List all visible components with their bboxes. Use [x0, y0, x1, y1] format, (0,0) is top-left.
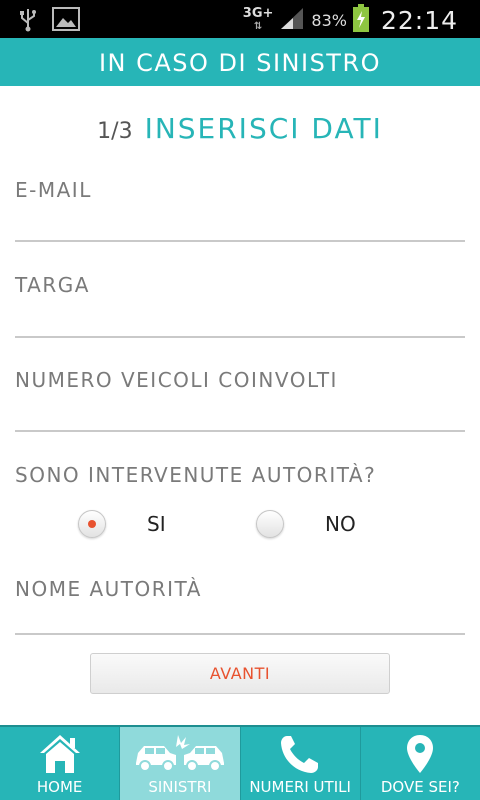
tab-home-label: HOME [36, 778, 83, 796]
radio-no[interactable]: NO [256, 510, 356, 538]
phone-icon [281, 736, 319, 773]
numero-veicoli-field[interactable] [15, 430, 465, 432]
radio-si[interactable]: SI [78, 510, 166, 538]
step-heading: 1/3 INSERISCI DATI [0, 112, 480, 145]
radio-si-circle[interactable] [78, 510, 106, 538]
page-title: IN CASO DI SINISTRO [0, 38, 480, 86]
step-title: INSERISCI DATI [144, 112, 383, 145]
targa-field[interactable] [15, 336, 465, 338]
radio-no-circle[interactable] [256, 510, 284, 538]
email-field[interactable] [15, 240, 465, 242]
tab-numeri-utili-label: NUMERI UTILI [249, 778, 351, 796]
battery-charging-icon [352, 4, 369, 36]
clock: 22:14 [380, 5, 458, 35]
email-label: E-MAIL [15, 178, 92, 202]
tab-dove-sei-label: DOVE SEI? [380, 778, 460, 796]
targa-label: TARGA [15, 273, 90, 297]
nome-autorita-field[interactable] [15, 633, 465, 635]
nome-autorita-label: NOME AUTORITÀ [15, 577, 202, 601]
numero-veicoli-label: NUMERO VEICOLI COINVOLTI [15, 368, 338, 392]
tab-dove-sei[interactable]: DOVE SEI? [361, 727, 480, 800]
bottom-tab-bar: HOME SINISTRI NUMERI UTILI DOVE SEI? [0, 725, 480, 800]
step-counter: 1/3 [97, 119, 133, 144]
image-icon [52, 7, 80, 35]
tab-sinistri-label: SINISTRI [148, 778, 212, 796]
avanti-button[interactable]: AVANTI [90, 653, 390, 694]
car-crash-icon [135, 735, 224, 772]
tab-home[interactable]: HOME [0, 727, 121, 800]
radio-si-label: SI [147, 512, 166, 536]
autorita-question: SONO INTERVENUTE AUTORITÀ? [15, 463, 377, 487]
location-pin-icon [407, 735, 434, 773]
network-indicator: 3G+ ⇅ [242, 6, 274, 32]
radio-no-label: NO [325, 512, 356, 536]
usb-icon [18, 6, 38, 36]
battery-percent: 83% [311, 10, 347, 30]
tab-sinistri[interactable]: SINISTRI [120, 727, 241, 800]
radio-selected-dot [88, 520, 96, 528]
tab-numeri-utili[interactable]: NUMERI UTILI [241, 727, 361, 800]
signal-icon [279, 6, 305, 34]
status-bar: 3G+ ⇅ 83% 22:14 [0, 0, 480, 38]
autorita-radio-group: SI NO [78, 510, 418, 542]
home-icon [39, 735, 80, 773]
